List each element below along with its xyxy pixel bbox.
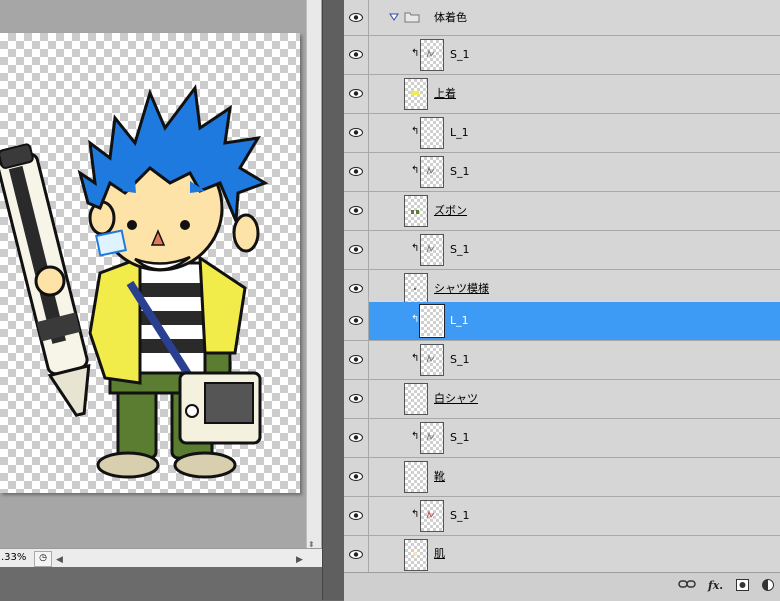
- fx-icon[interactable]: fx.: [708, 579, 723, 593]
- eye-icon: [349, 433, 363, 442]
- clipping-mask-icon: ↰: [411, 509, 420, 520]
- document-status-bar: .33% ◷ ◀ ▶: [0, 548, 322, 567]
- eye-icon: [349, 13, 363, 22]
- clipping-mask-icon: ↰: [411, 165, 420, 176]
- layers-panel: 体着色 ↰ S_1 上着 ↰ L_1 ↰ S_1 ズボン ↰ S_1 シャツ模様…: [344, 0, 780, 601]
- visibility-toggle[interactable]: [344, 153, 369, 191]
- eye-icon: [349, 245, 363, 254]
- eye-icon: [349, 167, 363, 176]
- eye-icon: [349, 206, 363, 215]
- layer-row-selected[interactable]: ↰ L_1: [344, 302, 780, 341]
- layer-name: 肌: [434, 547, 445, 560]
- visibility-toggle[interactable]: [344, 114, 369, 152]
- eye-icon: [349, 50, 363, 59]
- layer-thumbnail: [404, 461, 428, 493]
- layer-row[interactable]: ↰ S_1: [344, 419, 780, 458]
- layer-name: S_1: [450, 165, 470, 178]
- character-illustration: [0, 84, 269, 479]
- eye-icon: [349, 511, 363, 520]
- layer-row[interactable]: 白シャツ: [344, 380, 780, 419]
- layer-row[interactable]: 靴: [344, 458, 780, 497]
- visibility-toggle[interactable]: [344, 341, 369, 379]
- layer-name: L_1: [450, 314, 469, 327]
- visibility-toggle[interactable]: [344, 458, 369, 496]
- panel-divider[interactable]: [322, 0, 346, 600]
- eye-icon: [349, 128, 363, 137]
- eye-icon: [349, 394, 363, 403]
- layer-row[interactable]: ↰ S_1: [344, 231, 780, 270]
- visibility-toggle[interactable]: [344, 536, 369, 572]
- layer-thumbnail: [404, 383, 428, 415]
- clipping-mask-icon: ↰: [411, 353, 420, 364]
- clipping-mask-icon: ↰: [411, 243, 420, 254]
- layer-thumbnail: [420, 39, 444, 71]
- layer-name: S_1: [450, 509, 470, 522]
- eye-icon: [349, 550, 363, 559]
- layer-name: S_1: [450, 243, 470, 256]
- layer-thumbnail: [419, 304, 445, 338]
- visibility-toggle[interactable]: [344, 380, 369, 418]
- layer-thumbnail: [420, 500, 444, 532]
- link-icon[interactable]: [678, 579, 696, 593]
- visibility-toggle[interactable]: [344, 231, 369, 269]
- layer-row[interactable]: ↰ S_1: [344, 153, 780, 192]
- layer-thumbnail: [420, 344, 444, 376]
- visibility-toggle[interactable]: [344, 36, 369, 74]
- layer-thumbnail: [420, 234, 444, 266]
- layer-row[interactable]: 上着: [344, 75, 780, 114]
- workspace-background: [0, 567, 322, 600]
- zoom-level-field[interactable]: .33%: [0, 549, 31, 567]
- layer-name: 体着色: [434, 11, 467, 24]
- visibility-toggle[interactable]: [344, 75, 369, 113]
- eye-icon: [349, 284, 363, 293]
- layer-name: ズボン: [434, 204, 467, 217]
- layer-thumbnail: [404, 78, 428, 110]
- layer-row[interactable]: 肌: [344, 536, 780, 573]
- visibility-toggle[interactable]: [344, 0, 369, 35]
- layer-row[interactable]: ↰ S_1: [344, 497, 780, 536]
- layer-name: 白シャツ: [434, 392, 478, 405]
- layer-name: S_1: [450, 353, 470, 366]
- visibility-toggle[interactable]: [344, 497, 369, 535]
- document-canvas[interactable]: [0, 33, 300, 493]
- visibility-toggle[interactable]: [344, 302, 369, 340]
- clock-icon[interactable]: ◷: [34, 551, 52, 567]
- eye-icon: [349, 89, 363, 98]
- clipping-mask-icon: ↰: [411, 431, 420, 442]
- layer-row[interactable]: ↰ L_1: [344, 114, 780, 153]
- layer-name: 上着: [434, 87, 456, 100]
- layer-name: S_1: [450, 431, 470, 444]
- clipping-mask-icon: ↰: [411, 314, 420, 325]
- eye-icon: [349, 355, 363, 364]
- layer-row[interactable]: ↰ S_1: [344, 341, 780, 380]
- layer-name: S_1: [450, 48, 470, 61]
- layer-thumbnail: [404, 539, 428, 571]
- layer-row[interactable]: ズボン: [344, 192, 780, 231]
- layer-thumbnail: [404, 195, 428, 227]
- clipping-mask-icon: ↰: [411, 48, 420, 59]
- clipping-mask-icon: ↰: [411, 126, 420, 137]
- document-vertical-scrollbar[interactable]: [306, 0, 321, 548]
- layer-name: L_1: [450, 126, 469, 139]
- document-window: ⬍ .33% ◷ ◀ ▶: [0, 0, 322, 600]
- chevron-down-icon[interactable]: [389, 13, 399, 21]
- eye-icon: [349, 316, 363, 325]
- visibility-toggle[interactable]: [344, 192, 369, 230]
- layer-thumbnail: [404, 273, 428, 305]
- layer-row[interactable]: ↰ S_1: [344, 36, 780, 75]
- layer-group-row[interactable]: 体着色: [344, 0, 780, 36]
- layers-panel-footer: fx.: [344, 572, 780, 601]
- folder-icon: [404, 12, 420, 23]
- layer-name: 靴: [434, 470, 445, 483]
- adjustment-icon[interactable]: [762, 579, 774, 593]
- eye-icon: [349, 472, 363, 481]
- layer-thumbnail: [420, 156, 444, 188]
- mask-icon[interactable]: [736, 579, 749, 593]
- layer-thumbnail: [420, 422, 444, 454]
- visibility-toggle[interactable]: [344, 419, 369, 457]
- layer-thumbnail: [420, 117, 444, 149]
